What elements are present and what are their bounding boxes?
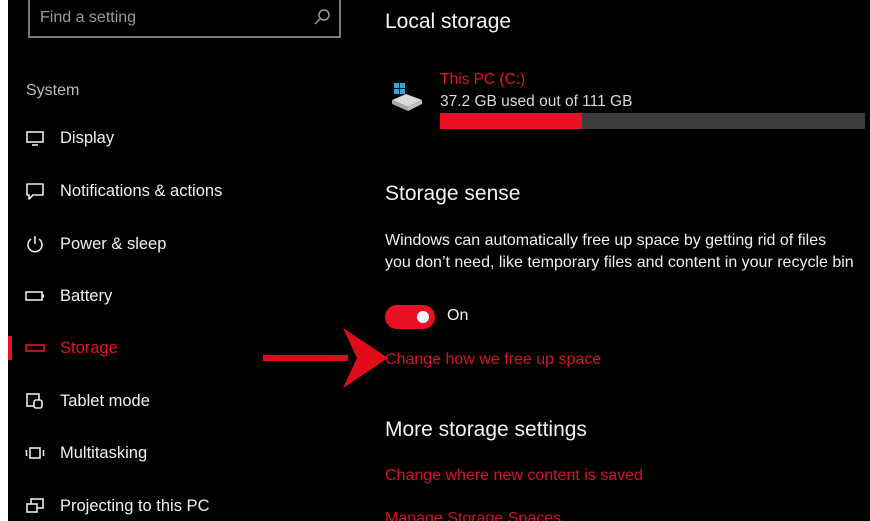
manage-storage-spaces-link[interactable]: Manage Storage Spaces bbox=[385, 510, 561, 521]
search-box[interactable] bbox=[28, 0, 341, 38]
sidebar-item-battery[interactable]: Battery bbox=[8, 276, 338, 316]
sidebar-item-label: Battery bbox=[60, 286, 113, 305]
change-free-up-space-link[interactable]: Change how we free up space bbox=[385, 351, 601, 369]
power-icon bbox=[24, 233, 46, 255]
battery-icon bbox=[24, 285, 46, 307]
active-indicator bbox=[8, 336, 12, 360]
more-storage-settings-heading: More storage settings bbox=[385, 418, 587, 441]
storage-icon bbox=[24, 337, 46, 359]
sidebar-item-multitasking[interactable]: Multitasking bbox=[8, 433, 338, 473]
storage-sense-description: Windows can automatically free up space … bbox=[385, 232, 854, 271]
tablet-mode-icon bbox=[24, 390, 46, 412]
search-input[interactable] bbox=[40, 6, 300, 30]
storage-sense-heading: Storage sense bbox=[385, 182, 521, 205]
sidebar-item-label: Multitasking bbox=[60, 443, 148, 462]
toggle-knob bbox=[417, 311, 429, 323]
local-storage-heading: Local storage bbox=[385, 10, 512, 33]
settings-window: System Display Notifications & actions P… bbox=[8, 0, 870, 521]
toggle-state-label: On bbox=[447, 307, 469, 324]
usage-bar-fill bbox=[440, 113, 583, 129]
sidebar-item-label: Projecting to this PC bbox=[60, 496, 210, 515]
display-icon bbox=[24, 127, 46, 149]
sidebar-item-label: Notifications & actions bbox=[60, 181, 223, 200]
sidebar-item-label: Storage bbox=[60, 338, 118, 357]
sidebar-item-notifications[interactable]: Notifications & actions bbox=[8, 171, 338, 211]
sidebar-item-projecting[interactable]: Projecting to this PC bbox=[8, 486, 338, 521]
storage-sense-toggle[interactable] bbox=[385, 305, 435, 329]
usage-bar bbox=[440, 113, 865, 129]
sidebar-item-power-sleep[interactable]: Power & sleep bbox=[8, 224, 338, 264]
sidebar-item-label: Tablet mode bbox=[60, 391, 150, 410]
drive-icon bbox=[392, 83, 422, 111]
annotation-arrow-icon bbox=[263, 328, 388, 388]
multitasking-icon bbox=[24, 442, 46, 464]
drive-usage-text: 37.2 GB used out of 111 GB bbox=[440, 93, 633, 110]
drive-name-link[interactable]: This PC (C:) bbox=[440, 71, 525, 89]
change-new-content-location-link[interactable]: Change where new content is saved bbox=[385, 467, 643, 485]
sidebar-item-display[interactable]: Display bbox=[8, 118, 338, 158]
search-icon[interactable] bbox=[313, 8, 331, 26]
notifications-icon bbox=[24, 180, 46, 202]
sidebar-item-label: Display bbox=[60, 128, 115, 147]
section-label-system: System bbox=[26, 82, 80, 99]
projecting-icon bbox=[24, 495, 46, 517]
sidebar-item-label: Power & sleep bbox=[60, 234, 167, 253]
